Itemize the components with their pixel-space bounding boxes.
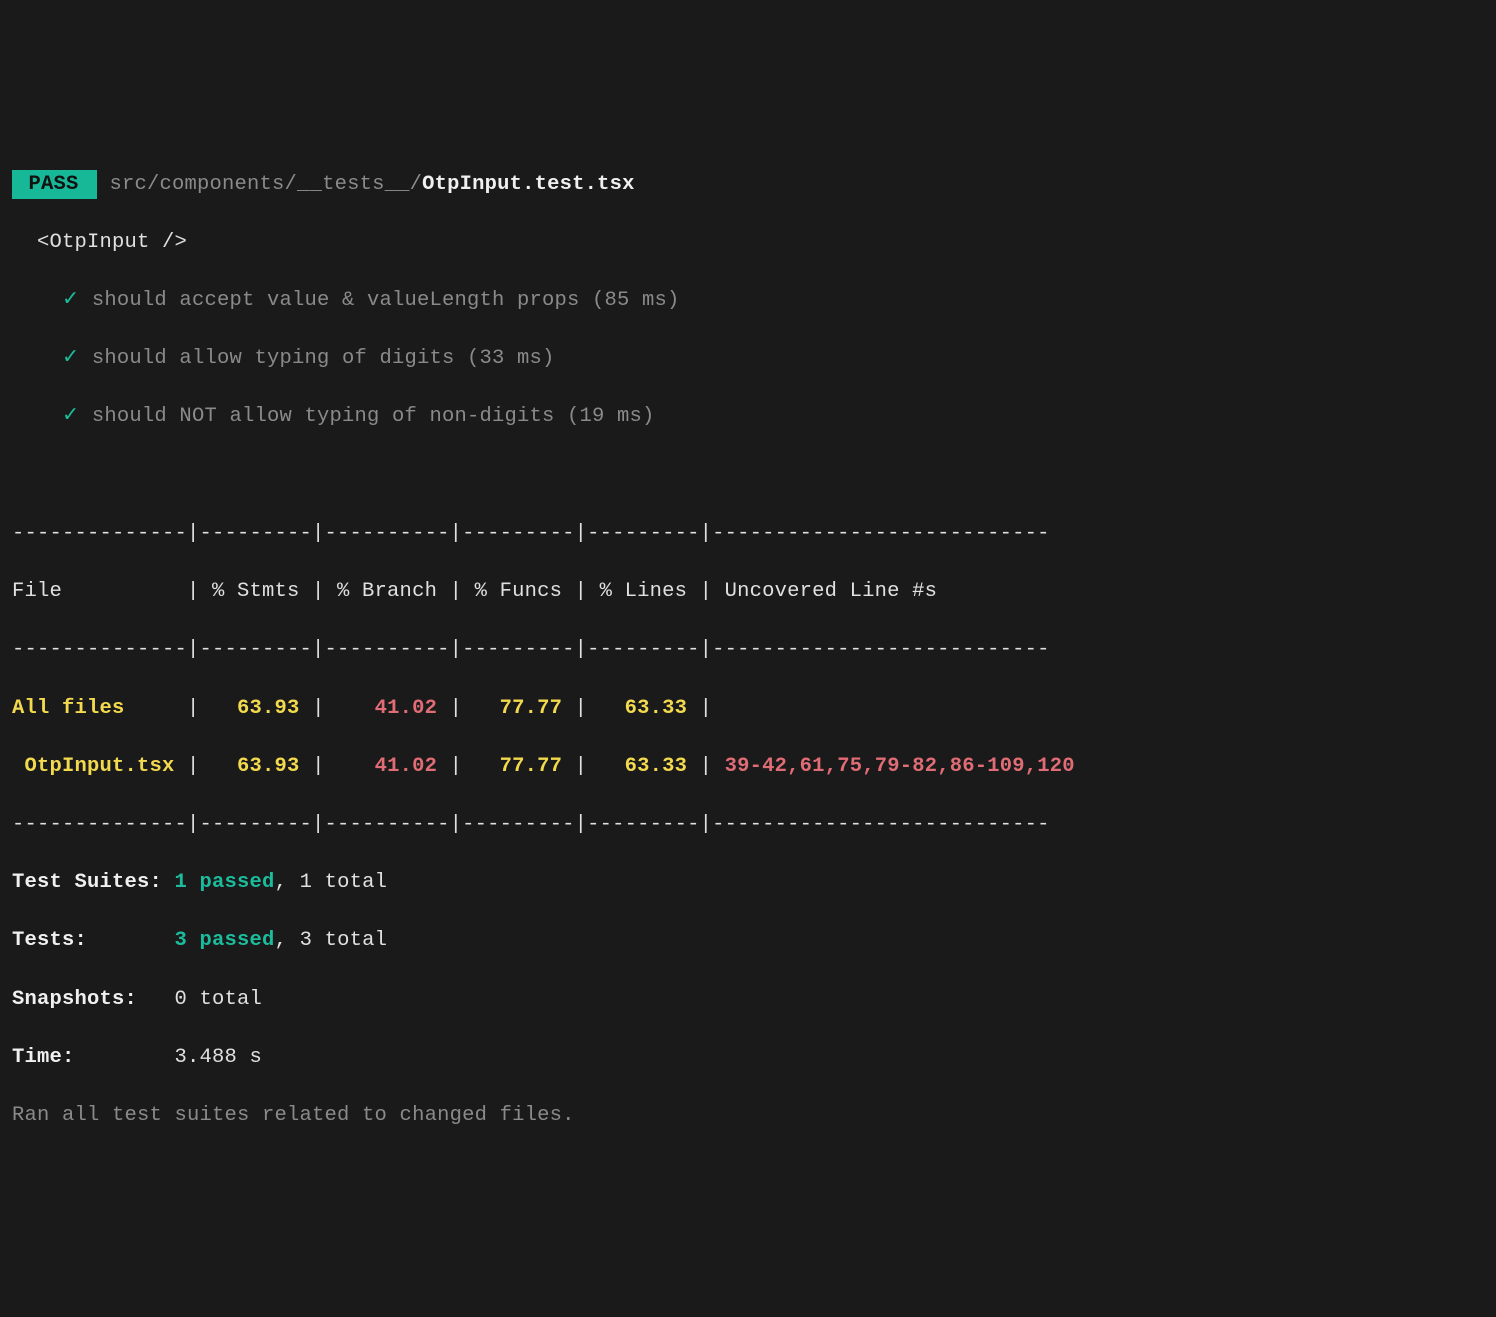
check-icon: ✓ [62, 405, 79, 428]
coverage-row-file: OtpInput.tsx | 63.93 | 41.02 | 77.77 | 6… [12, 752, 1484, 781]
coverage-file: All files [12, 697, 175, 720]
coverage-uncovered [725, 697, 1038, 720]
coverage-header: File | % Stmts | % Branch | % Funcs | % … [12, 577, 1484, 606]
summary-tests: Tests: 3 passed, 3 total [12, 926, 1484, 955]
summary-time: Time: 3.488 s [12, 1043, 1484, 1072]
test-path-dir: src/components/__tests__/ [110, 173, 423, 196]
coverage-row-all-files: All files | 63.93 | 41.02 | 77.77 | 63.3… [12, 694, 1484, 723]
test-path-file: OtpInput.test.tsx [422, 173, 635, 196]
test-description: should NOT allow typing of non-digits (1… [92, 405, 655, 428]
summary-passed: 3 passed [175, 929, 275, 952]
describe-name: <OtpInput /> [37, 231, 187, 254]
check-icon: ✓ [62, 347, 79, 370]
coverage-lines: 63.33 [625, 697, 688, 720]
test-file-header: PASS src/components/__tests__/OtpInput.t… [12, 170, 1484, 199]
test-result: ✓ should allow typing of digits (33 ms) [12, 344, 1484, 373]
coverage-branch: 41.02 [375, 697, 438, 720]
summary-total: , 1 total [275, 871, 388, 894]
summary-label: Snapshots: [12, 988, 175, 1011]
summary-value: 3.488 s [175, 1046, 263, 1069]
coverage-border: --------------|---------|----------|----… [12, 635, 1484, 664]
summary-label: Test Suites: [12, 871, 175, 894]
coverage-funcs: 77.77 [500, 755, 563, 778]
test-description: should allow typing of digits (33 ms) [92, 347, 555, 370]
summary-test-suites: Test Suites: 1 passed, 1 total [12, 868, 1484, 897]
summary-snapshots: Snapshots: 0 total [12, 985, 1484, 1014]
coverage-stmts: 63.93 [237, 697, 300, 720]
coverage-border: --------------|---------|----------|----… [12, 810, 1484, 839]
coverage-uncovered: 39-42,61,75,79-82,86-109,120 [725, 755, 1075, 778]
blank-line [12, 461, 1484, 490]
summary-passed: 1 passed [175, 871, 275, 894]
summary-label: Time: [12, 1046, 175, 1069]
coverage-stmts: 63.93 [237, 755, 300, 778]
describe-block: <OtpInput /> [12, 228, 1484, 257]
summary-footer: Ran all test suites related to changed f… [12, 1101, 1484, 1130]
test-description: should accept value & valueLength props … [92, 289, 680, 312]
coverage-border: --------------|---------|----------|----… [12, 519, 1484, 548]
test-result: ✓ should NOT allow typing of non-digits … [12, 402, 1484, 431]
coverage-lines: 63.33 [625, 755, 688, 778]
check-icon: ✓ [62, 289, 79, 312]
summary-label: Tests: [12, 929, 175, 952]
pass-badge: PASS [12, 170, 97, 199]
coverage-file: OtpInput.tsx [12, 755, 175, 778]
coverage-branch: 41.02 [375, 755, 438, 778]
summary-value: 0 total [175, 988, 263, 1011]
coverage-funcs: 77.77 [500, 697, 563, 720]
test-result: ✓ should accept value & valueLength prop… [12, 286, 1484, 315]
terminal-output: PASS src/components/__tests__/OtpInput.t… [12, 140, 1484, 1159]
summary-total: , 3 total [275, 929, 388, 952]
